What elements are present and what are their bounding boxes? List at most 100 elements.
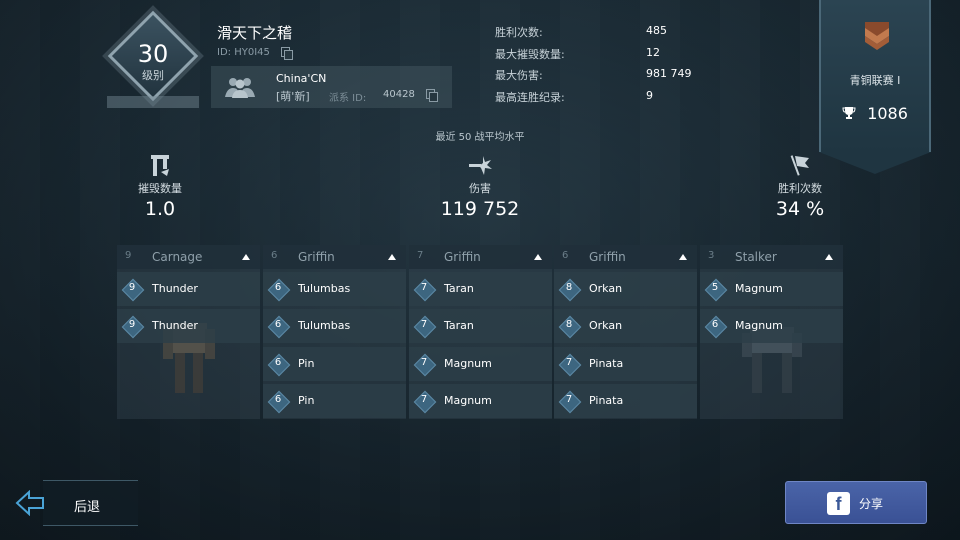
weapon-slot[interactable]: 6 Tulumbas — [263, 272, 406, 306]
weapon-name: Pin — [298, 357, 315, 370]
stat-row-max-damage: 最大伤害: 981 749 — [495, 67, 755, 89]
stat-row-wins: 胜利次数: 485 — [495, 24, 755, 46]
weapon-level: 8 — [565, 282, 573, 293]
player-level: 30 — [137, 40, 169, 68]
clan-tag: [萌'新] — [276, 90, 310, 103]
weapon-slot[interactable]: 8 Orkan — [554, 309, 697, 343]
weapon-name: Pin — [298, 394, 315, 407]
copy-icon[interactable] — [281, 47, 294, 60]
hangar-header[interactable]: 7 Griffin — [409, 245, 552, 269]
level-label: 级别 — [142, 69, 164, 82]
weapon-level-badge: 6 — [269, 317, 287, 335]
weapon-name: Magnum — [444, 357, 492, 370]
weapon-level: 7 — [420, 394, 428, 405]
weapon-slot[interactable]: 6 Pin — [263, 347, 406, 381]
stat-row-max-kills: 最大摧毁数量: 12 — [495, 46, 755, 68]
weapon-name: Magnum — [735, 319, 783, 332]
hangar-header[interactable]: 6 Griffin — [554, 245, 697, 269]
weapon-level-badge: 7 — [415, 355, 433, 373]
weapon-level: 5 — [711, 282, 719, 293]
hangar-slot-4[interactable]: 6 Griffin 8 Orkan 8 Orkan 7 Pinata 7 Pin… — [554, 245, 697, 419]
hangar-slot-1[interactable]: 9 Carnage 9 Thunder 9 Thunder — [117, 245, 260, 419]
clan-id-value: 40428 — [383, 89, 415, 100]
weapon-level-badge: 8 — [560, 317, 578, 335]
weapon-level-badge: 8 — [560, 280, 578, 298]
hangar-slot-5[interactable]: 3 Stalker 5 Magnum 6 Magnum — [700, 245, 843, 419]
avg-wins-value: 34 % — [775, 198, 825, 220]
weapon-level-badge: 5 — [706, 280, 724, 298]
hangar-header[interactable]: 6 Griffin — [263, 245, 406, 269]
chevron-up-icon — [825, 254, 833, 260]
avg-damage-label: 伤害 — [469, 182, 491, 195]
weapon-name: Taran — [444, 282, 474, 295]
stat-row-win-streak: 最高连胜纪录: 9 — [495, 89, 755, 111]
weapon-slot[interactable]: 6 Tulumbas — [263, 309, 406, 343]
avg-damage: 伤害 119 752 — [410, 152, 550, 220]
weapon-level-badge: 7 — [415, 392, 433, 410]
hangar-slot-3[interactable]: 7 Griffin 7 Taran 7 Taran 7 Magnum 7 Mag… — [409, 245, 552, 419]
robot-name: Stalker — [735, 250, 777, 264]
weapon-level-badge: 7 — [415, 317, 433, 335]
weapon-level-badge: 7 — [415, 280, 433, 298]
stat-label: 最高连胜纪录: — [495, 90, 565, 104]
weapon-name: Pinata — [589, 357, 624, 370]
chevron-up-icon — [679, 254, 687, 260]
league-score-value: 1086 — [867, 104, 908, 123]
copy-icon[interactable] — [426, 89, 438, 102]
damage-burst-icon — [469, 156, 492, 175]
stat-value: 485 — [646, 24, 667, 37]
weapon-level-badge: 6 — [269, 280, 287, 298]
weapon-level-badge: 6 — [269, 355, 287, 373]
clan-panel[interactable]: China'CN [萌'新] 派系 ID: 40428 — [211, 66, 452, 108]
weapon-slot[interactable]: 8 Orkan — [554, 272, 697, 306]
robot-name: Griffin — [298, 250, 335, 264]
destroy-icon — [151, 155, 169, 176]
weapon-slot[interactable]: 7 Pinata — [554, 347, 697, 381]
weapon-slot[interactable]: 9 Thunder — [117, 272, 260, 306]
weapon-level-badge: 7 — [560, 392, 578, 410]
share-button[interactable]: f 分享 — [785, 481, 927, 524]
flag-icon — [790, 155, 809, 176]
back-button[interactable]: 后退 — [5, 480, 138, 526]
weapon-level: 7 — [420, 282, 428, 293]
avg-wins-label: 胜利次数 — [778, 182, 822, 195]
weapon-level: 6 — [274, 282, 282, 293]
league-name: 青铜联赛 I — [849, 74, 901, 87]
weapon-level: 7 — [565, 357, 573, 368]
avg-kills-value: 1.0 — [144, 198, 176, 220]
hangar-header[interactable]: 9 Carnage — [117, 245, 260, 269]
avg-damage-value: 119 752 — [440, 198, 520, 220]
weapon-slot[interactable]: 6 Pin — [263, 384, 406, 418]
stat-label: 最大摧毁数量: — [495, 47, 565, 61]
weapon-slot[interactable]: 7 Pinata — [554, 384, 697, 418]
chevron-up-icon — [388, 254, 396, 260]
weapon-level: 9 — [128, 282, 136, 293]
weapon-name: Tulumbas — [298, 282, 351, 295]
weapon-name: Orkan — [589, 282, 623, 295]
robot-name: Griffin — [444, 250, 481, 264]
weapon-level-badge: 6 — [269, 392, 287, 410]
weapon-level: 7 — [420, 357, 428, 368]
avg-wins: 胜利次数 34 % — [730, 152, 870, 220]
weapon-slot[interactable]: 7 Taran — [409, 309, 552, 343]
clan-id: 40428 — [383, 89, 438, 102]
hangar-slot-2[interactable]: 6 Griffin 6 Tulumbas 6 Tulumbas 6 Pin 6 … — [263, 245, 406, 419]
stat-value: 9 — [646, 88, 653, 102]
weapon-slot[interactable]: 7 Magnum — [409, 384, 552, 418]
robot-name: Griffin — [589, 250, 626, 264]
group-icon — [225, 78, 255, 98]
weapon-slot[interactable]: 7 Magnum — [409, 347, 552, 381]
hangar-header[interactable]: 3 Stalker — [700, 245, 843, 269]
robot-level: 3 — [708, 250, 715, 261]
weapon-slot[interactable]: 6 Magnum — [700, 309, 843, 343]
weapon-slot[interactable]: 7 Taran — [409, 272, 552, 306]
bronze-rank-icon — [865, 22, 889, 50]
chevron-up-icon — [242, 254, 250, 260]
weapon-slot[interactable]: 5 Magnum — [700, 272, 843, 306]
weapon-slot[interactable]: 9 Thunder — [117, 309, 260, 343]
weapon-name: Pinata — [589, 394, 624, 407]
weapon-name: Magnum — [444, 394, 492, 407]
averages-title: 最近 50 战平均水平 — [435, 132, 525, 143]
weapon-level: 7 — [420, 319, 428, 330]
weapon-level: 6 — [274, 357, 282, 368]
